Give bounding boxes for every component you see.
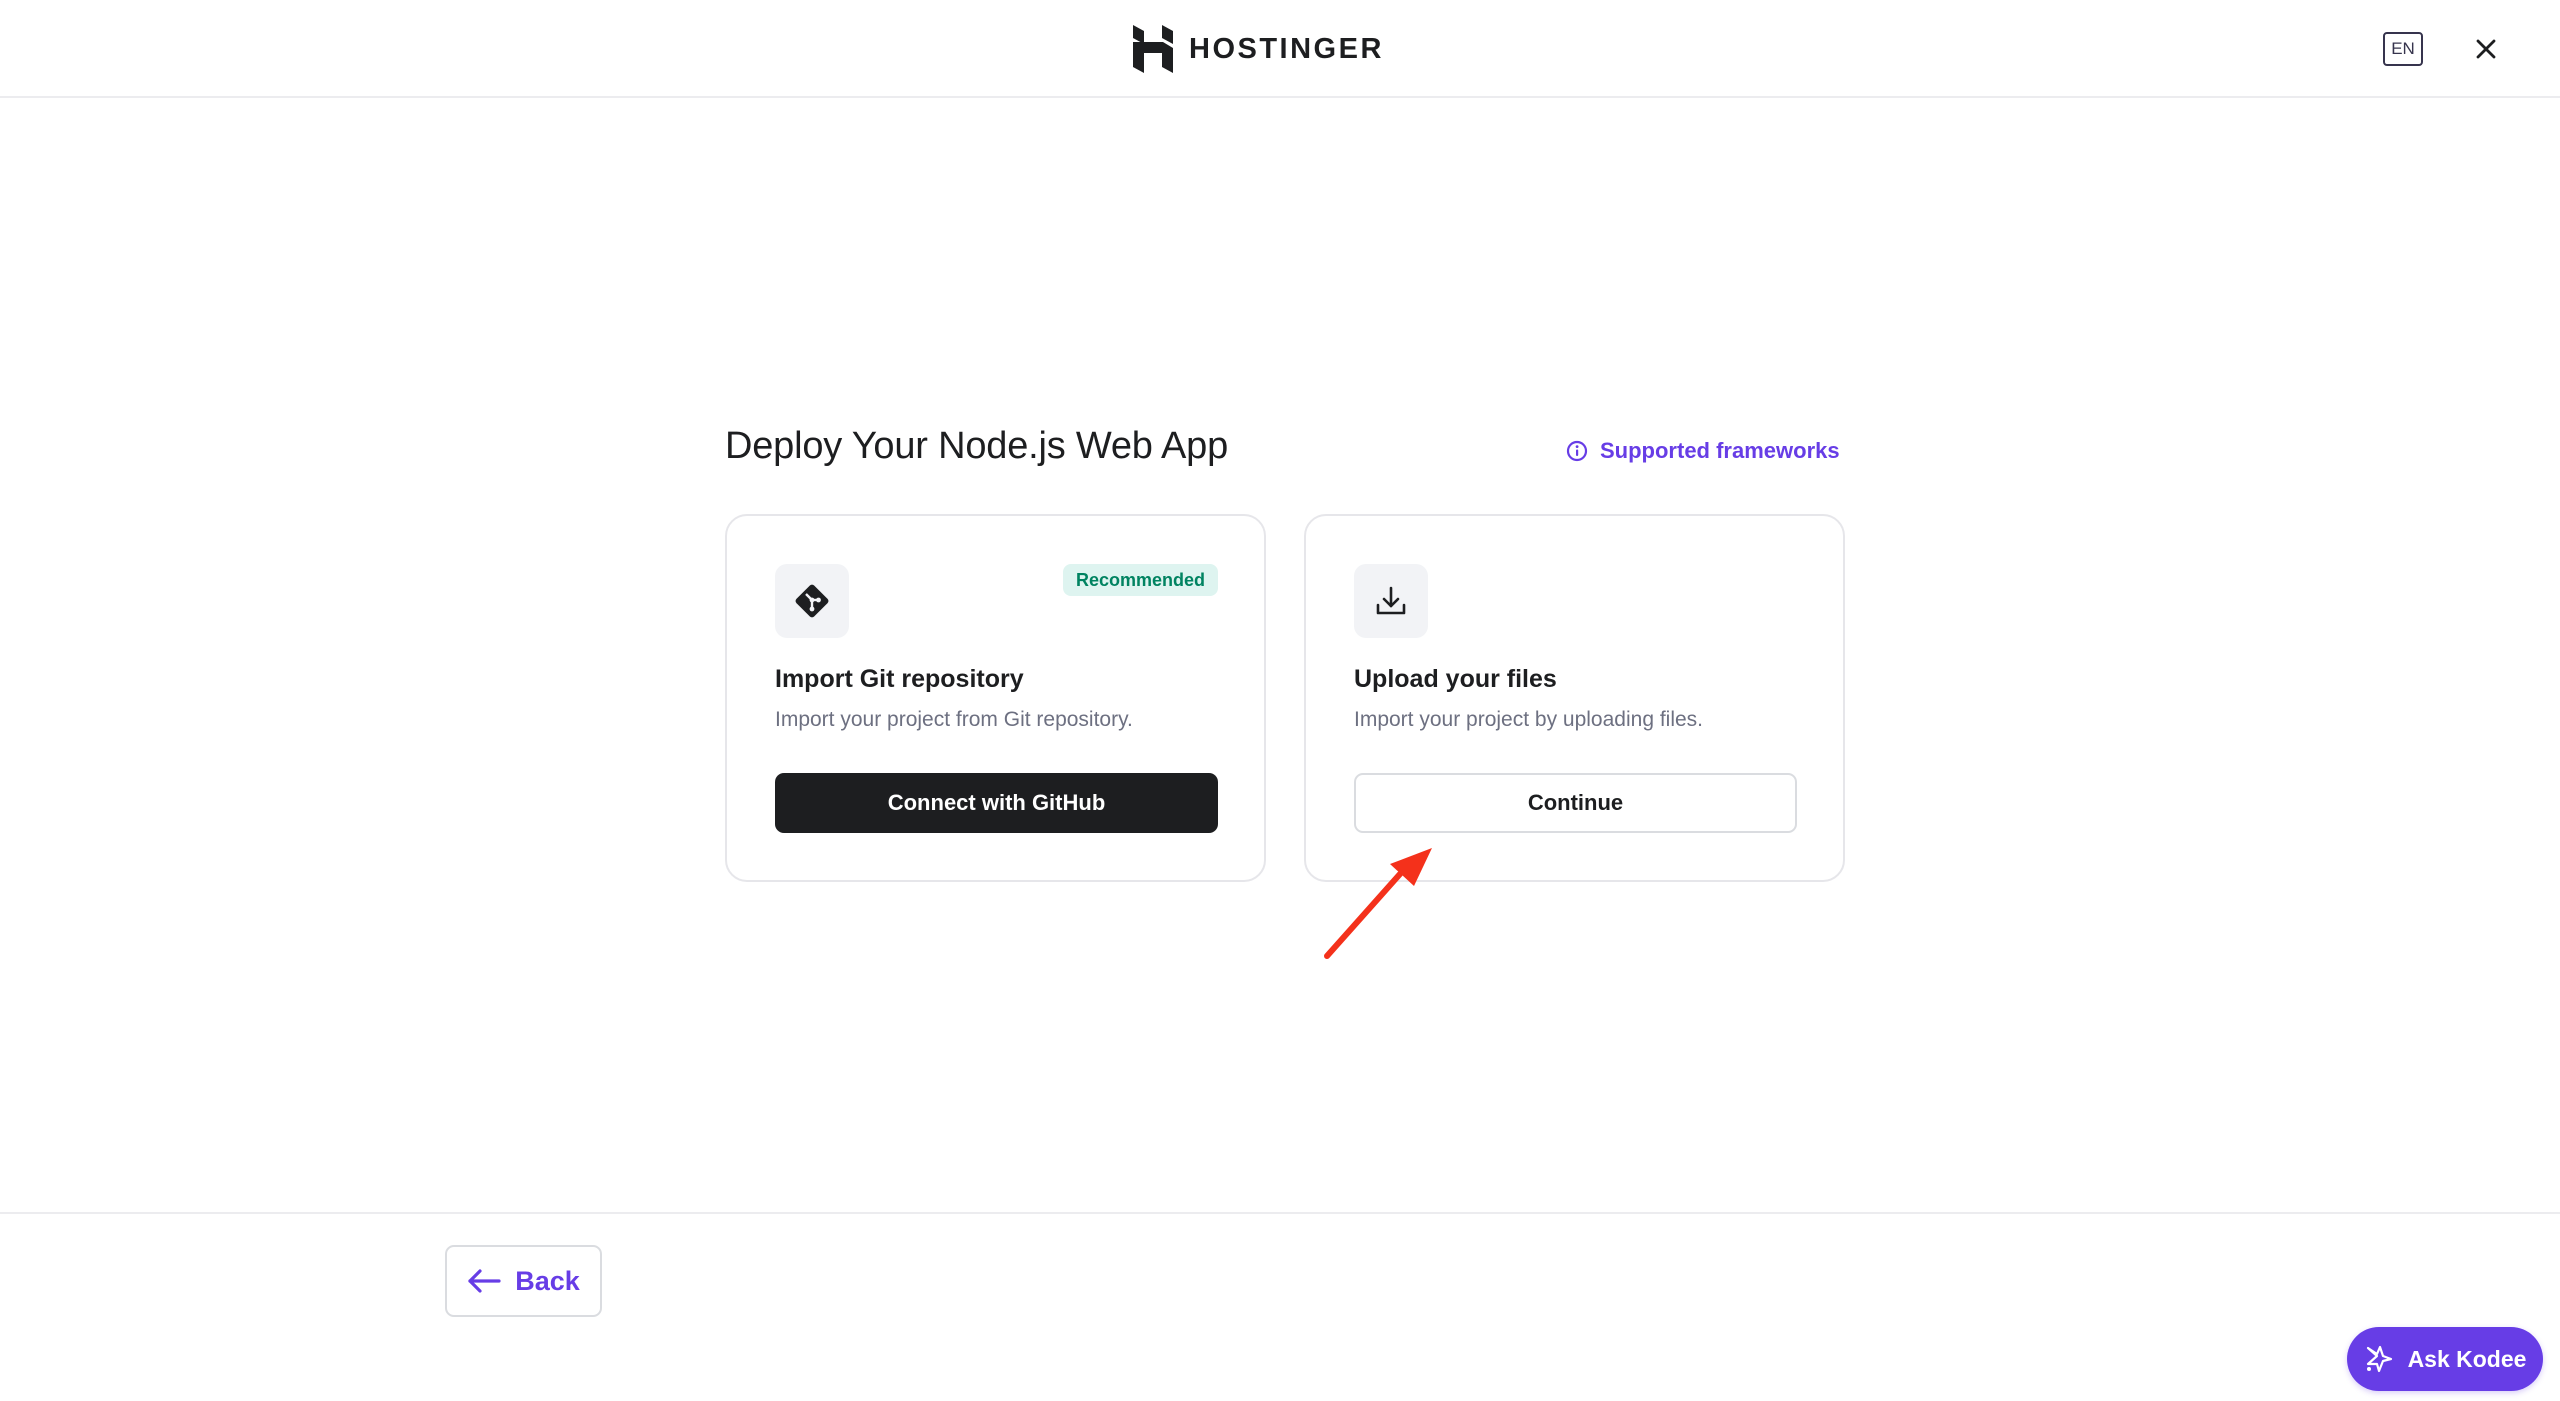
close-icon bbox=[2476, 39, 2496, 59]
annotation-arrow-icon bbox=[1324, 848, 1432, 959]
back-label: Back bbox=[515, 1265, 580, 1296]
hostinger-logo[interactable]: HOSTINGER bbox=[1133, 25, 1384, 73]
hostinger-logo-icon bbox=[1133, 25, 1173, 73]
supported-frameworks-label: Supported frameworks bbox=[1600, 438, 1840, 463]
recommended-badge: Recommended bbox=[1062, 564, 1218, 596]
import-git-title: Import Git repository bbox=[775, 665, 1024, 693]
connect-github-button[interactable]: Connect with GitHub bbox=[775, 773, 1218, 833]
download-icon bbox=[1376, 586, 1406, 615]
footer-divider bbox=[0, 1212, 2560, 1214]
ask-kodee-button[interactable]: Ask Kodee bbox=[2347, 1327, 2543, 1391]
upload-files-description: Import your project by uploading files. bbox=[1354, 708, 1704, 731]
kodee-icon bbox=[2366, 1345, 2392, 1373]
info-icon bbox=[1566, 440, 1588, 462]
language-selector[interactable]: EN bbox=[2383, 32, 2423, 66]
download-icon-box bbox=[1354, 564, 1428, 638]
upload-files-title: Upload your files bbox=[1354, 665, 1557, 693]
ask-kodee-label: Ask Kodee bbox=[2407, 1345, 2527, 1372]
page-title: Deploy Your Node.js Web App bbox=[725, 425, 1229, 467]
import-git-description: Import your project from Git repository. bbox=[775, 708, 1133, 731]
git-icon bbox=[795, 584, 829, 618]
arrow-left-icon bbox=[468, 1269, 501, 1293]
brand-name: HOSTINGER bbox=[1189, 32, 1384, 65]
top-bar: HOSTINGER EN bbox=[0, 0, 2560, 98]
supported-frameworks-link[interactable]: Supported frameworks bbox=[1566, 438, 1840, 464]
import-git-card: Recommended Import Git repository Import… bbox=[725, 514, 1266, 882]
upload-files-card: Upload your files Import your project by… bbox=[1304, 514, 1845, 882]
continue-button[interactable]: Continue bbox=[1354, 773, 1797, 833]
close-button[interactable] bbox=[2470, 33, 2502, 65]
git-icon-box bbox=[775, 564, 849, 638]
back-button[interactable]: Back bbox=[445, 1245, 602, 1317]
